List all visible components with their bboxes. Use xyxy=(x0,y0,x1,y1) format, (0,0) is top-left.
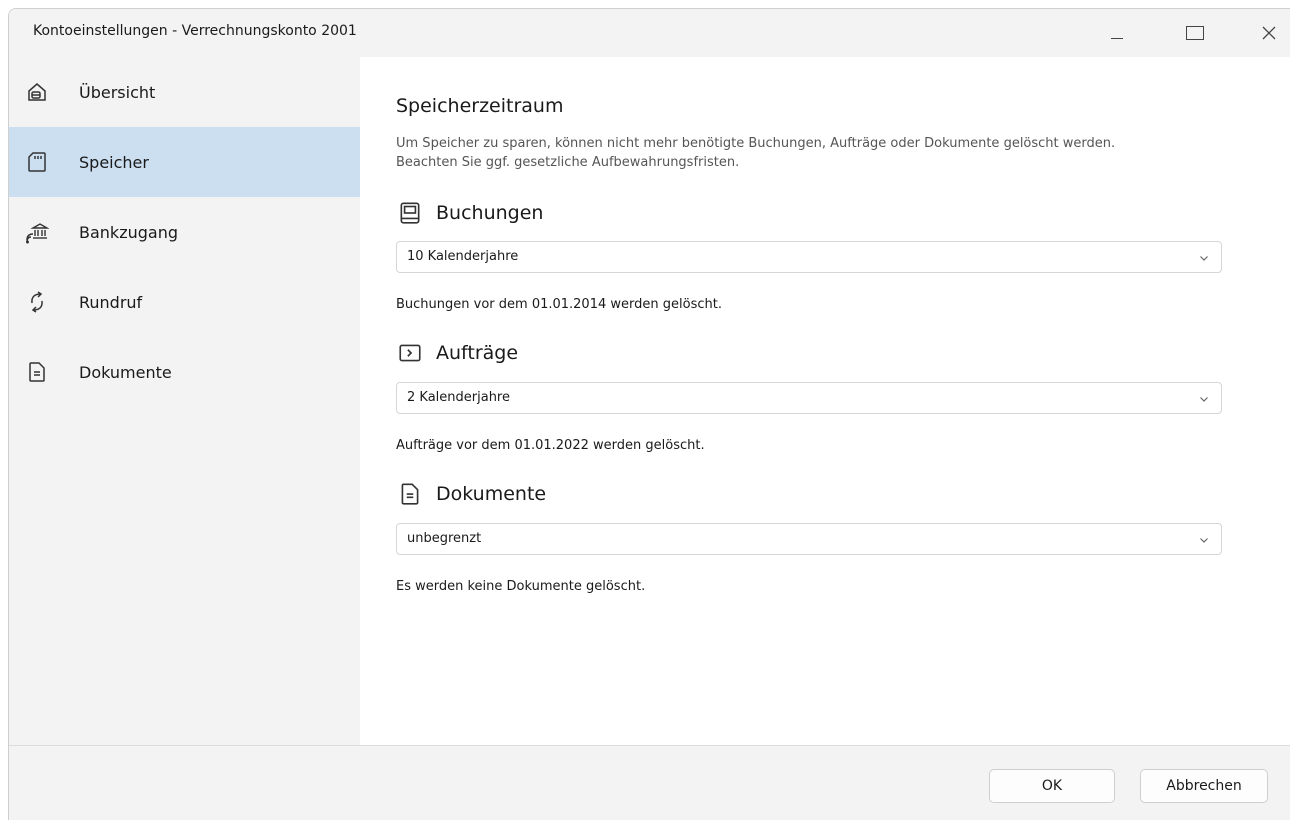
sidebar-item-label: Bankzugang xyxy=(79,222,178,242)
description-line: Um Speicher zu sparen, können nicht mehr… xyxy=(396,136,1116,151)
section-dokumente-header: Dokumente xyxy=(396,478,546,510)
storage-card-icon xyxy=(25,150,49,174)
section-title: Aufträge xyxy=(436,342,519,364)
maximize-button[interactable] xyxy=(1169,9,1221,57)
select-value: 2 Kalenderjahre xyxy=(407,390,510,405)
settings-window: Kontoeinstellungen - Verrechnungskonto 2… xyxy=(8,8,1290,820)
ok-button[interactable]: OK xyxy=(989,769,1115,803)
sidebar-item-label: Übersicht xyxy=(79,82,156,102)
sidebar-item-dokumente[interactable]: Dokumente xyxy=(9,337,360,407)
document-icon xyxy=(396,480,424,508)
sidebar-item-label: Dokumente xyxy=(79,362,172,382)
section-title: Buchungen xyxy=(436,202,544,224)
sidebar-item-speicher[interactable]: Speicher xyxy=(9,127,360,197)
main-content: Speicherzeitraum Um Speicher zu sparen, … xyxy=(360,57,1290,745)
buchungen-select[interactable]: 10 Kalenderjahre xyxy=(396,241,1222,273)
chevron-down-icon xyxy=(1200,538,1208,543)
chevron-down-icon xyxy=(1200,397,1208,402)
book-icon xyxy=(396,199,424,227)
close-button[interactable] xyxy=(1243,9,1290,57)
dokumente-note: Es werden keine Dokumente gelöscht. xyxy=(396,579,646,594)
sidebar-item-label: Rundruf xyxy=(79,292,143,312)
close-icon xyxy=(1262,26,1276,40)
sidebar-item-bankzugang[interactable]: Bankzugang xyxy=(9,197,360,267)
section-title: Dokumente xyxy=(436,483,547,505)
buchungen-note: Buchungen vor dem 01.01.2014 werden gelö… xyxy=(396,297,722,312)
order-icon xyxy=(396,339,424,367)
sidebar-item-rundruf[interactable]: Rundruf xyxy=(9,267,360,337)
dokumente-select[interactable]: unbegrenzt xyxy=(396,523,1222,555)
chevron-down-icon xyxy=(1200,256,1208,261)
sidebar: Übersicht Speicher Bankzugang Rundruf Do… xyxy=(9,57,360,745)
auftraege-note: Aufträge vor dem 01.01.2022 werden gelös… xyxy=(396,438,705,453)
auftraege-select[interactable]: 2 Kalenderjahre xyxy=(396,382,1222,414)
title-bar: Kontoeinstellungen - Verrechnungskonto 2… xyxy=(9,9,1290,57)
cancel-button[interactable]: Abbrechen xyxy=(1140,769,1268,803)
description: Um Speicher zu sparen, können nicht mehr… xyxy=(396,134,1276,172)
dialog-footer: OK Abbrechen xyxy=(9,745,1290,820)
window-title: Kontoeinstellungen - Verrechnungskonto 2… xyxy=(33,23,357,39)
description-line: Beachten Sie ggf. gesetzliche Aufbewahru… xyxy=(396,155,740,170)
bank-access-icon xyxy=(25,220,49,244)
page-title: Speicherzeitraum xyxy=(396,95,564,117)
sidebar-item-uebersicht[interactable]: Übersicht xyxy=(9,57,360,127)
overview-icon xyxy=(25,80,49,104)
section-buchungen-header: Buchungen xyxy=(396,197,543,229)
maximize-icon xyxy=(1186,26,1204,40)
minimize-icon xyxy=(1111,37,1123,39)
select-value: unbegrenzt xyxy=(407,531,482,546)
document-icon xyxy=(25,360,49,384)
select-value: 10 Kalenderjahre xyxy=(407,249,519,264)
sidebar-item-label: Speicher xyxy=(79,152,149,172)
section-auftraege-header: Aufträge xyxy=(396,337,518,369)
sync-icon xyxy=(25,290,49,314)
minimize-button[interactable] xyxy=(1091,9,1143,57)
